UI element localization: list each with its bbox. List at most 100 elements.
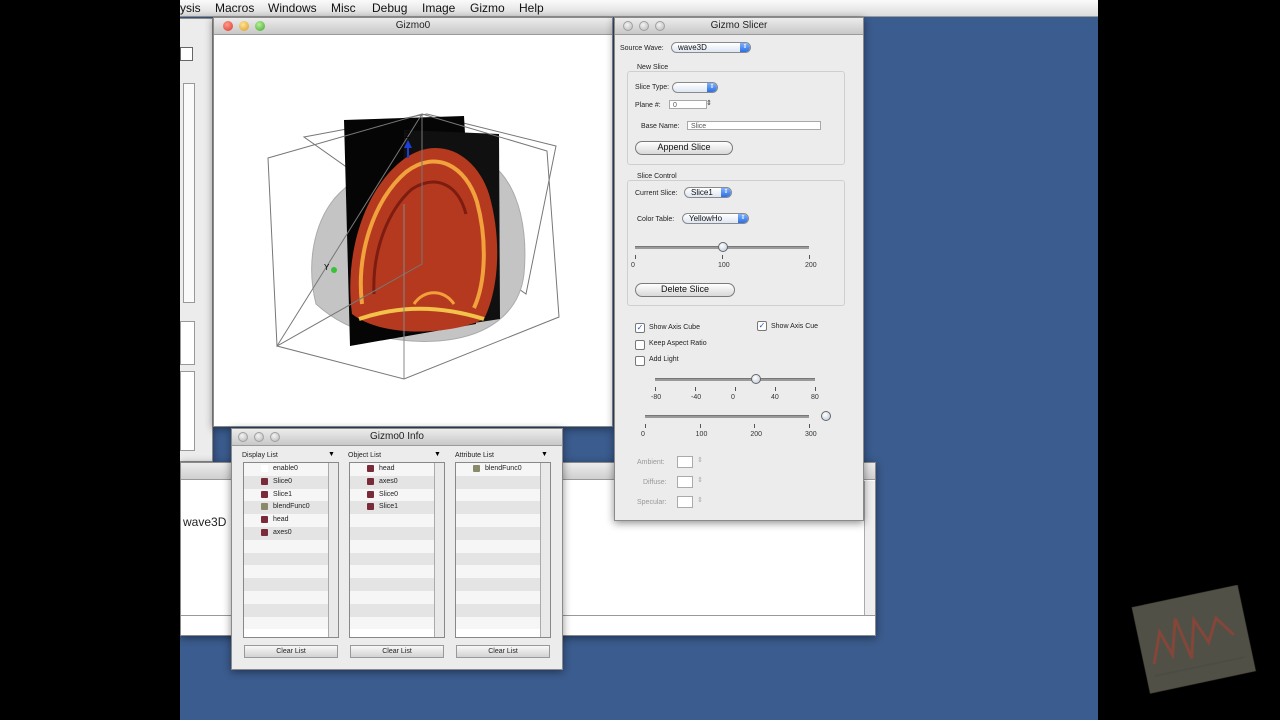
menu-windows[interactable]: Windows [268, 1, 317, 15]
display-list-item[interactable] [244, 552, 338, 566]
display-list-item[interactable] [244, 616, 338, 630]
object-list-item[interactable] [350, 526, 444, 540]
attribute-list-item[interactable] [456, 590, 550, 604]
object-list[interactable]: head axes0 Slice0 Slice1 [349, 462, 445, 638]
object-list-scrollbar[interactable] [434, 463, 444, 637]
attribute-list-item[interactable]: blendFunc0 [456, 463, 550, 476]
attribute-list-item[interactable] [456, 514, 550, 527]
diffuse-color-well[interactable] [677, 476, 693, 488]
base-name-field[interactable]: Slice [687, 121, 821, 130]
keep-aspect-checkbox[interactable] [635, 340, 645, 350]
menu-image[interactable]: Image [422, 1, 455, 15]
object-list-item[interactable] [350, 590, 444, 604]
menu-macros[interactable]: Macros [215, 1, 254, 15]
menu-debug[interactable]: Debug [372, 1, 407, 15]
append-slice-button[interactable]: Append Slice [635, 141, 733, 155]
gizmo-3d-view[interactable]: Z Y [214, 34, 612, 426]
attribute-list[interactable]: blendFunc0 [455, 462, 551, 638]
menu-analysis[interactable]: ysis [180, 1, 201, 15]
ambient-color-well[interactable] [677, 456, 693, 468]
object-list-item[interactable] [350, 552, 444, 566]
object-list-item[interactable] [350, 578, 444, 591]
display-list-item[interactable]: enable0 [244, 463, 338, 476]
show-axis-cube-checkbox[interactable]: ✓ [635, 323, 645, 333]
slice-type-popup[interactable]: ⇕ [672, 82, 718, 93]
display-list-item[interactable]: Slice1 [244, 488, 338, 502]
object-list-menu-icon[interactable]: ▼ [434, 451, 441, 458]
object-list-item[interactable]: Slice1 [350, 501, 444, 515]
display-list[interactable]: enable0 Slice0 Slice1 blendFunc0 head axes0 [243, 462, 339, 638]
attribute-list-item[interactable] [456, 565, 550, 579]
slider-tick-label: 0 [631, 262, 635, 269]
menu-gizmo[interactable]: Gizmo [470, 1, 505, 15]
info-titlebar[interactable]: Gizmo0 Info [232, 429, 562, 446]
display-list-label: Display List [242, 452, 278, 459]
gizmo-titlebar[interactable]: Gizmo0 [214, 18, 612, 35]
attribute-list-item[interactable] [456, 616, 550, 630]
list-item-icon [261, 490, 268, 498]
attribute-list-item[interactable] [456, 488, 550, 502]
display-list-item[interactable] [244, 603, 338, 617]
attribute-list-menu-icon[interactable]: ▼ [541, 451, 548, 458]
command-scrollbar[interactable] [864, 481, 875, 615]
source-wave-popup[interactable]: wave3D ⇕ [671, 42, 751, 53]
display-list-item[interactable] [244, 590, 338, 604]
object-list-item[interactable]: head [350, 463, 444, 476]
object-list-item[interactable] [350, 603, 444, 617]
object-list-item[interactable]: axes0 [350, 475, 444, 489]
slider-tick-mark [735, 387, 736, 391]
clear-attribute-list-button[interactable]: Clear List [456, 645, 550, 658]
color-table-popup[interactable]: YellowHo ⇕ [682, 213, 749, 224]
slider-thumb[interactable] [718, 242, 728, 252]
attribute-list-item[interactable] [456, 552, 550, 566]
menu-misc[interactable]: Misc [331, 1, 356, 15]
show-axis-cue-checkbox[interactable]: ✓ [757, 321, 767, 331]
display-list-item[interactable]: axes0 [244, 526, 338, 540]
attribute-list-item[interactable] [456, 475, 550, 489]
object-list-item[interactable] [350, 539, 444, 553]
display-list-scrollbar[interactable] [328, 463, 338, 637]
attribute-list-item[interactable] [456, 526, 550, 540]
object-list-item[interactable] [350, 514, 444, 527]
add-light-checkbox[interactable] [635, 356, 645, 366]
display-list-item[interactable]: head [244, 514, 338, 527]
specular-stepper-icon[interactable]: ⇕ [697, 496, 703, 504]
clear-object-list-button[interactable]: Clear List [350, 645, 444, 658]
display-list-item[interactable] [244, 539, 338, 553]
attribute-list-item[interactable] [456, 578, 550, 591]
ambient-stepper-icon[interactable]: ⇕ [697, 456, 703, 464]
menu-help[interactable]: Help [519, 1, 544, 15]
slicer-titlebar[interactable]: Gizmo Slicer [615, 18, 863, 35]
object-list-item[interactable] [350, 616, 444, 630]
specular-color-well[interactable] [677, 496, 693, 508]
display-list-item[interactable] [244, 565, 338, 579]
new-slice-label: New Slice [635, 64, 671, 71]
diffuse-stepper-icon[interactable]: ⇕ [697, 476, 703, 484]
slider-track[interactable] [645, 415, 809, 418]
left-window-scrollbar[interactable] [183, 83, 195, 303]
plane-field[interactable]: 0 [669, 100, 707, 109]
attribute-list-item[interactable] [456, 539, 550, 553]
delete-slice-button[interactable]: Delete Slice [635, 283, 735, 297]
attribute-list-item[interactable] [456, 501, 550, 515]
slider-thumb[interactable] [821, 411, 832, 421]
slider-tick-label: 40 [771, 394, 779, 401]
clear-display-list-button[interactable]: Clear List [244, 645, 338, 658]
slider-track[interactable] [655, 378, 815, 381]
display-list-item[interactable]: Slice0 [244, 475, 338, 489]
popup-arrows-icon: ⇕ [740, 43, 750, 52]
attribute-list-item[interactable] [456, 603, 550, 617]
display-list-item[interactable]: blendFunc0 [244, 501, 338, 515]
list-item-icon [261, 503, 268, 511]
plane-stepper-icon[interactable]: ⇕ [706, 99, 712, 107]
object-list-item[interactable]: Slice0 [350, 488, 444, 502]
current-slice-popup[interactable]: Slice1 ⇕ [684, 187, 732, 198]
slider-tick-mark [695, 387, 696, 391]
slider-thumb[interactable] [751, 374, 761, 384]
left-window-box[interactable] [180, 47, 193, 61]
display-list-menu-icon[interactable]: ▼ [328, 451, 335, 458]
specular-label: Specular: [637, 499, 667, 506]
attribute-list-scrollbar[interactable] [540, 463, 550, 637]
object-list-item[interactable] [350, 565, 444, 579]
display-list-item[interactable] [244, 578, 338, 591]
